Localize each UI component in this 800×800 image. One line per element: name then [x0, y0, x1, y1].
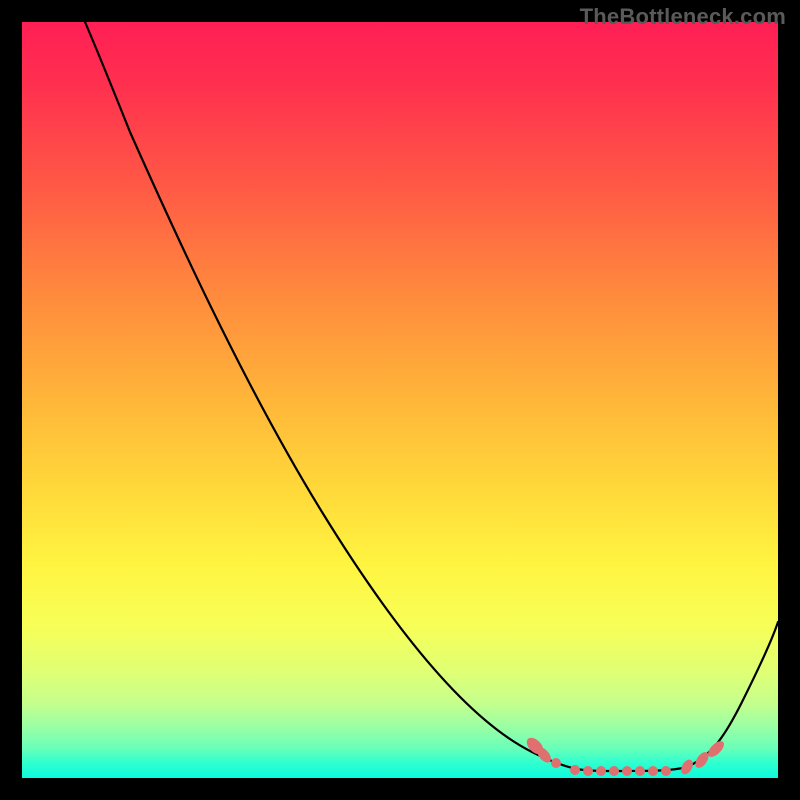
marker-dot — [679, 758, 696, 777]
marker-dot — [609, 766, 619, 776]
marker-dot — [551, 758, 561, 768]
marker-dot — [635, 766, 645, 776]
plot-area — [22, 22, 778, 778]
marker-dot — [648, 766, 658, 776]
marker-dot — [661, 766, 671, 776]
chart-container: TheBottleneck.com — [0, 0, 800, 800]
marker-dot — [622, 766, 632, 776]
bottleneck-curve — [22, 22, 778, 778]
curve-path — [85, 22, 778, 771]
marker-dot — [570, 765, 580, 775]
marker-dot — [596, 766, 606, 776]
marker-dot — [583, 766, 593, 776]
watermark-text: TheBottleneck.com — [580, 4, 786, 30]
